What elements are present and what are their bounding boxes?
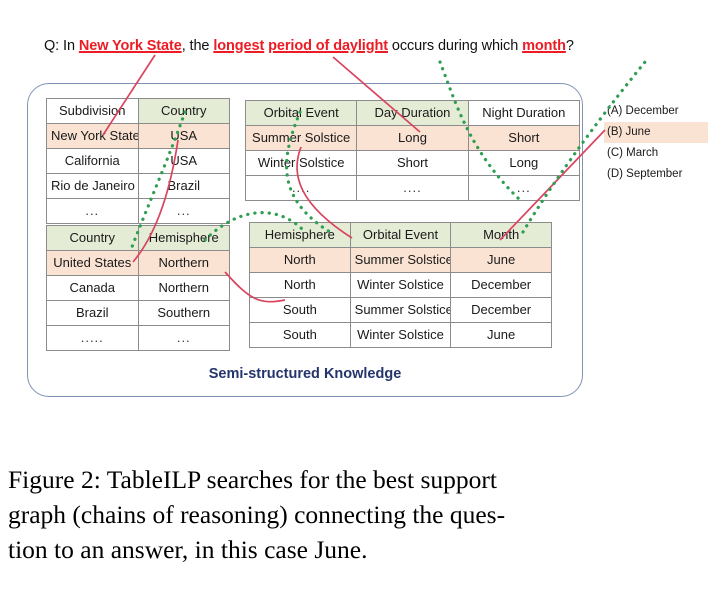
table-row: South Summer Solstice December: [249, 297, 552, 323]
question-highlight-longest: longest: [213, 38, 265, 54]
table-cell: California: [46, 148, 139, 174]
question-prefix: Q: In: [44, 38, 79, 54]
table-cell: Summer Solstice: [349, 247, 452, 273]
table-cell: New York State: [46, 123, 139, 149]
question-suffix: ?: [565, 38, 574, 54]
table-cell: Long: [467, 150, 581, 176]
table-row: Winter Solstice Short Long: [244, 150, 581, 176]
table-cell: Summer Solstice: [244, 125, 358, 151]
question-highlight-new-york-state: New York State: [78, 38, 182, 54]
table-cell: North: [249, 272, 351, 298]
table-row: Summer Solstice Long Short: [244, 125, 581, 151]
table-cell: Northern: [137, 250, 230, 276]
table-cell: Brazil: [46, 300, 139, 326]
caption-line-1: Figure 2: TableILP searches for the best…: [8, 465, 497, 494]
table-cell: Winter Solstice: [349, 272, 452, 298]
question-mid-3: occurs during which: [387, 38, 523, 54]
table-cell: Rio de Janeiro: [46, 173, 139, 199]
column-header: Orbital Event: [349, 222, 452, 248]
column-header: Country: [137, 98, 230, 124]
knowledge-box-label: Semi-structured Knowledge: [208, 366, 402, 382]
column-header: Night Duration: [467, 100, 581, 126]
table-cell: North: [249, 247, 351, 273]
table-row: ...........: [244, 175, 581, 201]
table-cell: Summer Solstice: [349, 297, 452, 323]
table-row: South Winter Solstice June: [249, 322, 552, 348]
figure-caption: Figure 2: TableILP searches for the best…: [8, 462, 698, 567]
table-row: ........: [46, 325, 230, 351]
table-cell: United States: [46, 250, 139, 276]
question-highlight-month: month: [522, 38, 566, 54]
table-cell: December: [450, 272, 552, 298]
table-cell: ...: [467, 175, 581, 201]
table-cell: December: [450, 297, 552, 323]
table-cell: Winter Solstice: [349, 322, 452, 348]
table-row: United States Northern: [46, 250, 230, 276]
table-cell: .....: [46, 325, 139, 351]
table-cell: Long: [356, 125, 469, 151]
table-cell: Winter Solstice: [244, 150, 358, 176]
answer-option-a[interactable]: (A) December: [604, 101, 708, 122]
column-header: Month: [450, 222, 552, 248]
table-cell: Short: [467, 125, 581, 151]
table-cell: Canada: [46, 275, 139, 301]
table-header-row: Subdivision Country: [46, 98, 230, 124]
table-cell: South: [249, 322, 351, 348]
table-cell: ....: [244, 175, 358, 201]
table-row: Canada Northern: [46, 275, 230, 301]
table-cell: Brazil: [137, 173, 230, 199]
table-header-row: Orbital Event Day Duration Night Duration: [244, 100, 581, 126]
column-header: Subdivision: [46, 98, 139, 124]
question-text: Q: In New York State, the longest period…: [44, 38, 574, 54]
table-cell: USA: [137, 123, 230, 149]
question-highlight-period-of-daylight: period of daylight: [268, 38, 388, 54]
answer-option-b[interactable]: (B) June: [604, 122, 708, 143]
table-header-row: Country Hemisphere: [46, 225, 230, 251]
table-cell: South: [249, 297, 351, 323]
answer-options-list: (A) December (B) June (C) March (D) Septemb…: [604, 101, 708, 185]
table-cell: June: [450, 322, 552, 348]
column-header: Country: [46, 225, 139, 251]
column-header: Orbital Event: [244, 100, 358, 126]
table-cell: Northern: [137, 275, 230, 301]
caption-line-2: graph (chains of reasoning) connecting t…: [8, 500, 506, 529]
table-row: California USA: [46, 148, 230, 174]
table-cell: ...: [137, 198, 230, 224]
table-cell: ...: [137, 325, 230, 351]
table-header-row: Hemisphere Orbital Event Month: [249, 222, 552, 248]
table-cell: USA: [137, 148, 230, 174]
table-orbital-event: Orbital Event Day Duration Night Duration S…: [244, 100, 581, 201]
table-hemisphere-month: Hemisphere Orbital Event Month North Summer …: [249, 222, 552, 348]
answer-option-d[interactable]: (D) September: [604, 164, 708, 185]
table-country-hemisphere: Country Hemisphere United States Northern Ca…: [46, 225, 230, 351]
table-row: Brazil Southern: [46, 300, 230, 326]
column-header: Hemisphere: [249, 222, 351, 248]
answer-option-c[interactable]: (C) March: [604, 143, 708, 164]
table-cell: Southern: [137, 300, 230, 326]
caption-line-3: tion to an answer, in this case June.: [8, 535, 368, 564]
question-mid-1: , the: [181, 38, 214, 54]
table-subdivision: Subdivision Country New York State USA Calif…: [46, 98, 230, 224]
table-row: Rio de Janeiro Brazil: [46, 173, 230, 199]
table-row: North Winter Solstice December: [249, 272, 552, 298]
column-header: Day Duration: [356, 100, 469, 126]
table-row: New York State USA: [46, 123, 230, 149]
table-cell: ....: [356, 175, 469, 201]
column-header: Hemisphere: [137, 225, 230, 251]
table-row: North Summer Solstice June: [249, 247, 552, 273]
table-cell: ...: [46, 198, 139, 224]
table-row: ......: [46, 198, 230, 224]
table-cell: Short: [356, 150, 469, 176]
table-cell: June: [450, 247, 552, 273]
